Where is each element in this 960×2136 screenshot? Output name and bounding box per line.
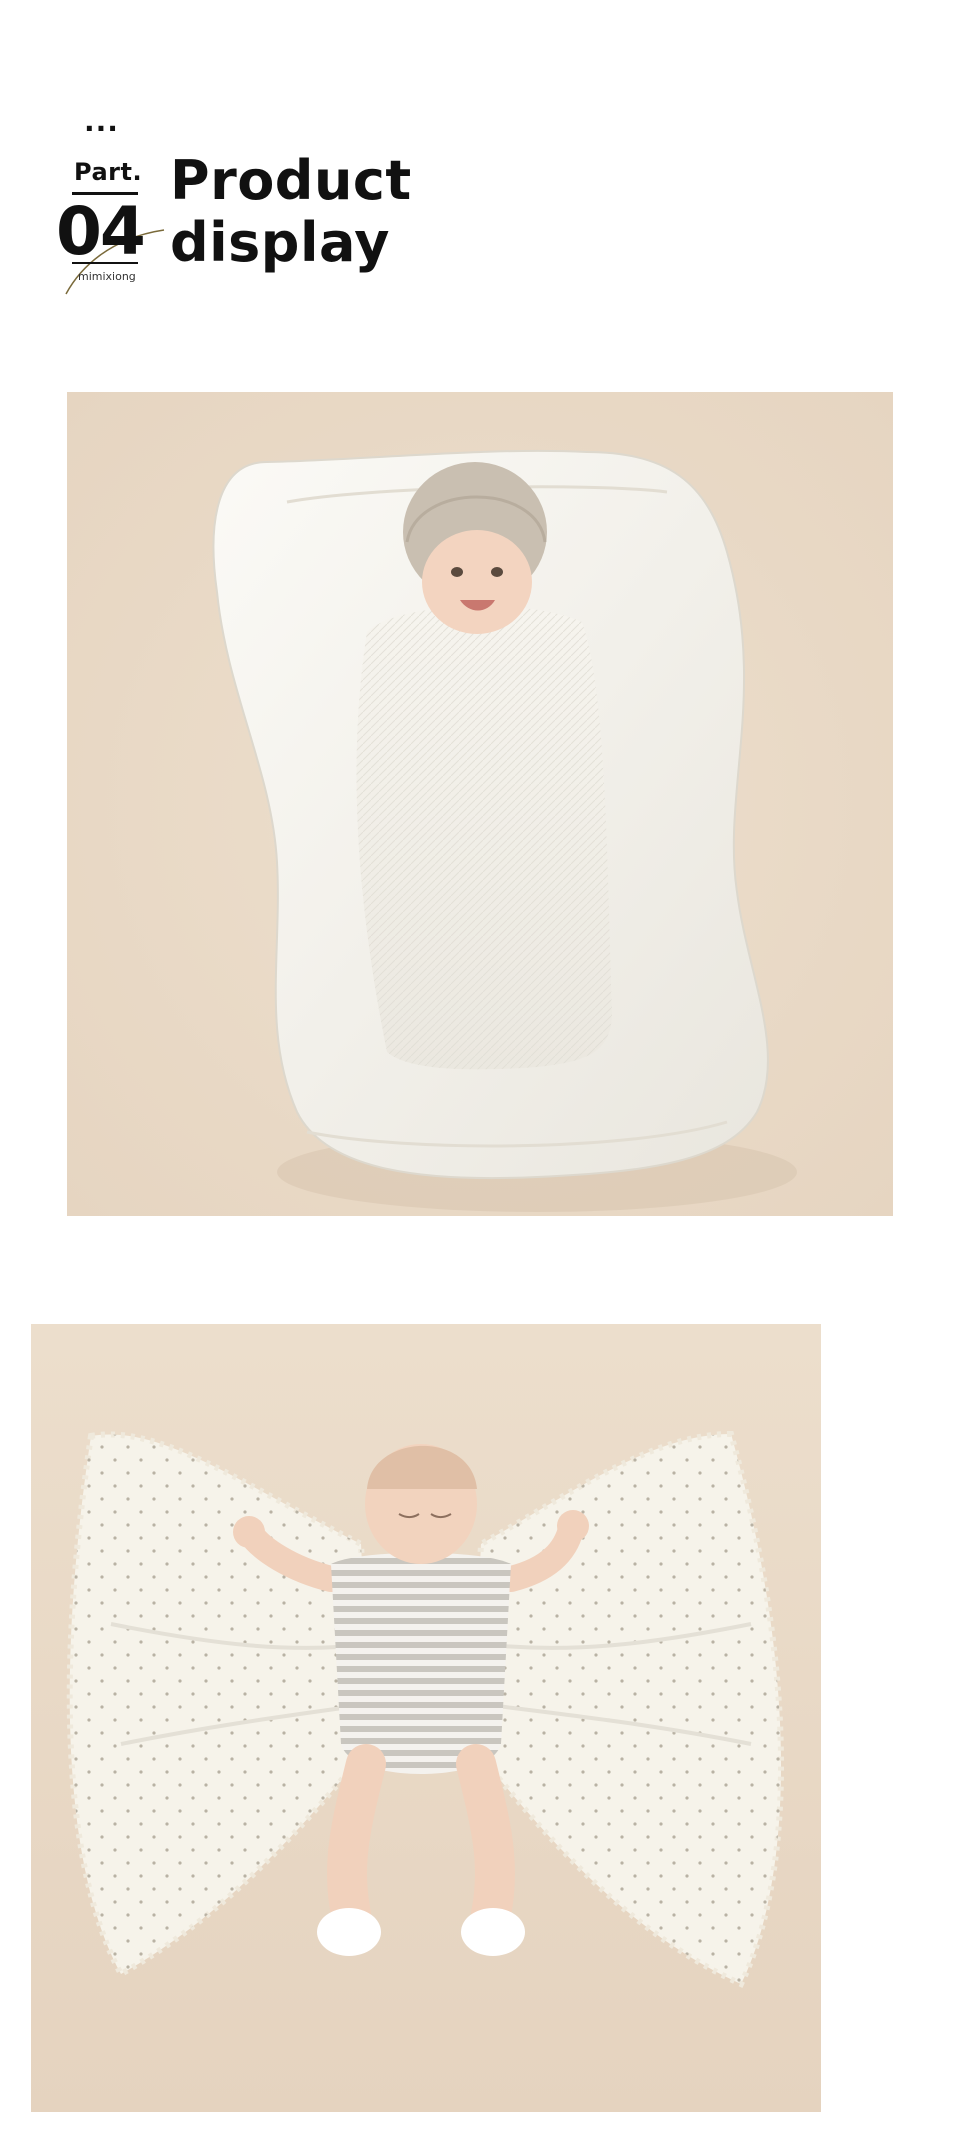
title-line-1: Product	[170, 149, 412, 212]
product-photo-blanket	[31, 1324, 821, 2112]
part-number: 04	[56, 193, 146, 270]
section-title: Product display	[170, 150, 412, 274]
brand-name: mimixiong	[78, 270, 136, 283]
product-photo-lounger	[67, 392, 893, 1216]
part-label: Part.	[74, 158, 143, 186]
part-badge: Part. 04 mimixiong	[56, 158, 165, 295]
title-line-2: display	[170, 211, 390, 274]
decorative-dots: ...	[84, 105, 119, 138]
divider	[72, 262, 138, 264]
